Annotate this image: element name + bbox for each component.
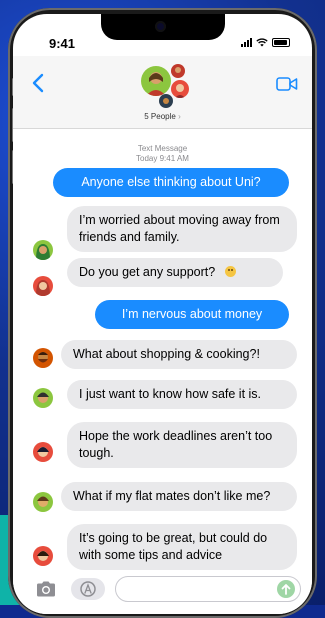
battery-icon (272, 38, 290, 47)
incoming-message[interactable]: I’m worried about moving away from frien… (67, 206, 297, 252)
message-text: Hope the work deadlines aren’t too tough… (79, 429, 273, 460)
group-name[interactable]: 5 People › (13, 112, 312, 121)
avatar-green-hair-2 (33, 492, 53, 512)
incoming-message[interactable]: Do you get any support? (67, 258, 283, 287)
message-meta: Text Message Today 9:41 AM (13, 144, 312, 164)
arrow-up-icon (281, 584, 291, 595)
message-text: I’m nervous about money (121, 307, 263, 321)
avatar (171, 64, 185, 78)
outgoing-message[interactable]: Anyone else thinking about Uni? (53, 168, 289, 197)
notch (101, 14, 225, 40)
message-text: What if my flat mates don’t like me? (73, 489, 271, 503)
message-text: I’m worried about moving away from frien… (79, 213, 280, 244)
message-type-label: Text Message (137, 144, 188, 153)
message-text: Anyone else thinking about Uni? (81, 175, 261, 189)
message-input[interactable] (115, 576, 301, 602)
wifi-icon (256, 38, 268, 47)
app-store-icon (80, 581, 96, 597)
group-name-label: 5 People (144, 112, 176, 121)
incoming-message[interactable]: I just want to know how safe it is. (67, 380, 297, 409)
status-icons (241, 38, 290, 47)
message-text: Do you get any support? (79, 265, 216, 279)
smiling-face-icon (225, 266, 237, 277)
conversation-header: 5 People › (13, 56, 312, 129)
group-avatar[interactable] (141, 62, 191, 108)
avatar-red-hijab (33, 276, 53, 296)
incoming-message[interactable]: It’s going to be great, but could do wit… (67, 524, 297, 570)
chevron-left-icon[interactable] (31, 72, 47, 94)
message-text: What about shopping & cooking?! (73, 347, 260, 361)
message-composer (13, 574, 312, 614)
avatar-dark-hair-2 (33, 546, 53, 566)
phone-screen: 9:41 5 People › Text Message Today 9:41 … (13, 14, 312, 614)
avatar (159, 94, 173, 108)
incoming-message[interactable]: What if my flat mates don’t like me? (61, 482, 297, 511)
incoming-message[interactable]: Hope the work deadlines aren’t too tough… (67, 422, 297, 468)
message-timestamp: Today 9:41 AM (136, 154, 189, 163)
apps-button[interactable] (71, 578, 105, 600)
avatar-dark-hair (33, 442, 53, 462)
avatar-green-hijab (33, 240, 53, 260)
outgoing-message[interactable]: I’m nervous about money (95, 300, 289, 329)
camera-icon[interactable] (35, 580, 57, 598)
status-time: 9:41 (49, 36, 76, 51)
message-text: I just want to know how safe it is. (79, 387, 262, 401)
avatar (171, 80, 189, 98)
front-camera (155, 21, 166, 32)
avatar-orange-beard (33, 348, 53, 368)
signal-icon (241, 38, 252, 47)
chevron-right-icon: › (178, 112, 181, 121)
avatar (141, 66, 171, 96)
video-camera-icon[interactable] (276, 76, 298, 92)
message-text: It’s going to be great, but could do wit… (79, 531, 268, 562)
avatar-green-hair (33, 388, 53, 408)
incoming-message[interactable]: What about shopping & cooking?! (61, 340, 297, 369)
send-button[interactable] (277, 580, 295, 598)
